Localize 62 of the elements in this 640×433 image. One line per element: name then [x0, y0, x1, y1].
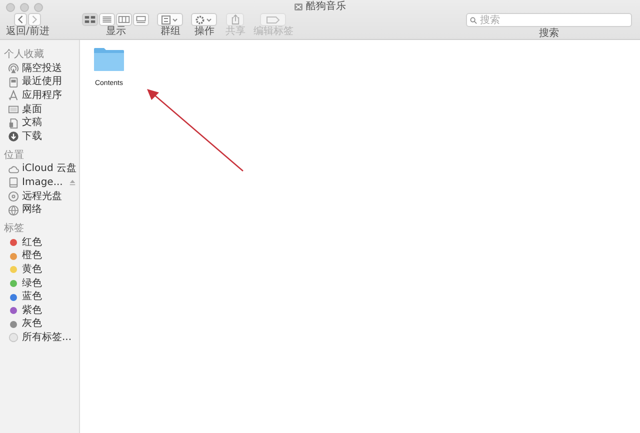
- sidebar-item[interactable]: 最近使用: [22, 76, 62, 88]
- column-view-icon: [118, 15, 130, 24]
- sidebar-item[interactable]: 橙色: [22, 250, 42, 262]
- letter-a-icon: [8, 90, 19, 102]
- list-view-button[interactable]: [99, 13, 116, 26]
- sidebar-item[interactable]: 桌面: [22, 104, 42, 116]
- sidebar-item[interactable]: 应用程序: [22, 90, 62, 102]
- sidebar-item[interactable]: 远程光盘: [22, 190, 62, 203]
- sidebar-item[interactable]: 隔空投送: [22, 62, 62, 75]
- sidebar-item[interactable]: 所有标签...: [22, 332, 72, 344]
- gallery-view-button[interactable]: [133, 13, 150, 26]
- close-window-button[interactable]: [6, 2, 15, 12]
- column-view-button[interactable]: [116, 13, 132, 26]
- group-button[interactable]: [157, 13, 184, 26]
- chevron-right-icon: [31, 15, 38, 24]
- tag-icon: [266, 16, 280, 24]
- folder-icon[interactable]: [93, 47, 125, 72]
- share-icon: [230, 14, 240, 25]
- icon-view-icon: [84, 15, 96, 24]
- forward-button[interactable]: [28, 13, 42, 26]
- search-field[interactable]: 搜索: [466, 13, 632, 27]
- sidebar-item[interactable]: 黄色: [22, 264, 42, 276]
- search-icon: [470, 16, 477, 24]
- app-icon: [294, 3, 303, 11]
- action-button[interactable]: [191, 13, 218, 26]
- sidebar-item[interactable]: 文稿: [22, 117, 42, 130]
- disc-icon: [8, 191, 19, 202]
- toolbar-label: 搜索: [539, 28, 559, 39]
- eject-icon[interactable]: [69, 179, 76, 186]
- sidebar-item[interactable]: 绿色: [22, 278, 42, 290]
- sidebar-item[interactable]: Image...: [22, 176, 63, 189]
- list-view-icon: [101, 15, 114, 24]
- window-title: 酷狗音乐: [306, 2, 346, 12]
- gear-icon: [195, 14, 214, 24]
- sidebar-item[interactable]: 下载: [22, 130, 42, 143]
- chevron-left-icon: [17, 15, 24, 24]
- toolbar-label: 操作: [194, 26, 214, 37]
- sidebar-heading: 标签: [4, 222, 25, 235]
- sidebar-item[interactable]: 网络: [22, 204, 42, 216]
- sidebar-item[interactable]: 红色: [22, 236, 42, 249]
- icon-view-button[interactable]: [82, 13, 98, 26]
- airdrop-icon: [8, 63, 19, 74]
- back-button[interactable]: [14, 13, 28, 26]
- cloud-icon: [8, 164, 19, 175]
- sidebar-item[interactable]: iCloud 云盘: [22, 163, 77, 176]
- sidebar-heading: 个人收藏: [4, 49, 45, 61]
- minimize-window-button[interactable]: [20, 2, 29, 12]
- toolbar-label: 显示: [106, 26, 126, 37]
- toolbar-label: 返回/前进: [6, 26, 50, 37]
- download-icon: [8, 131, 19, 142]
- globe-icon: [8, 204, 19, 216]
- desktop-icon: [8, 104, 19, 116]
- group-menu-icon: [161, 14, 180, 24]
- sidebar-item[interactable]: 蓝色: [22, 291, 42, 304]
- sidebar-heading: 位置: [4, 150, 25, 162]
- sidebar-item[interactable]: 紫色: [22, 304, 42, 317]
- toolbar-label: 群组: [160, 26, 180, 37]
- sidebar-item[interactable]: 灰色: [22, 318, 42, 330]
- document-icon: [8, 118, 19, 129]
- gallery-view-icon: [135, 15, 148, 24]
- zoom-window-button[interactable]: [34, 2, 43, 12]
- tag-circle-icon: [8, 332, 19, 344]
